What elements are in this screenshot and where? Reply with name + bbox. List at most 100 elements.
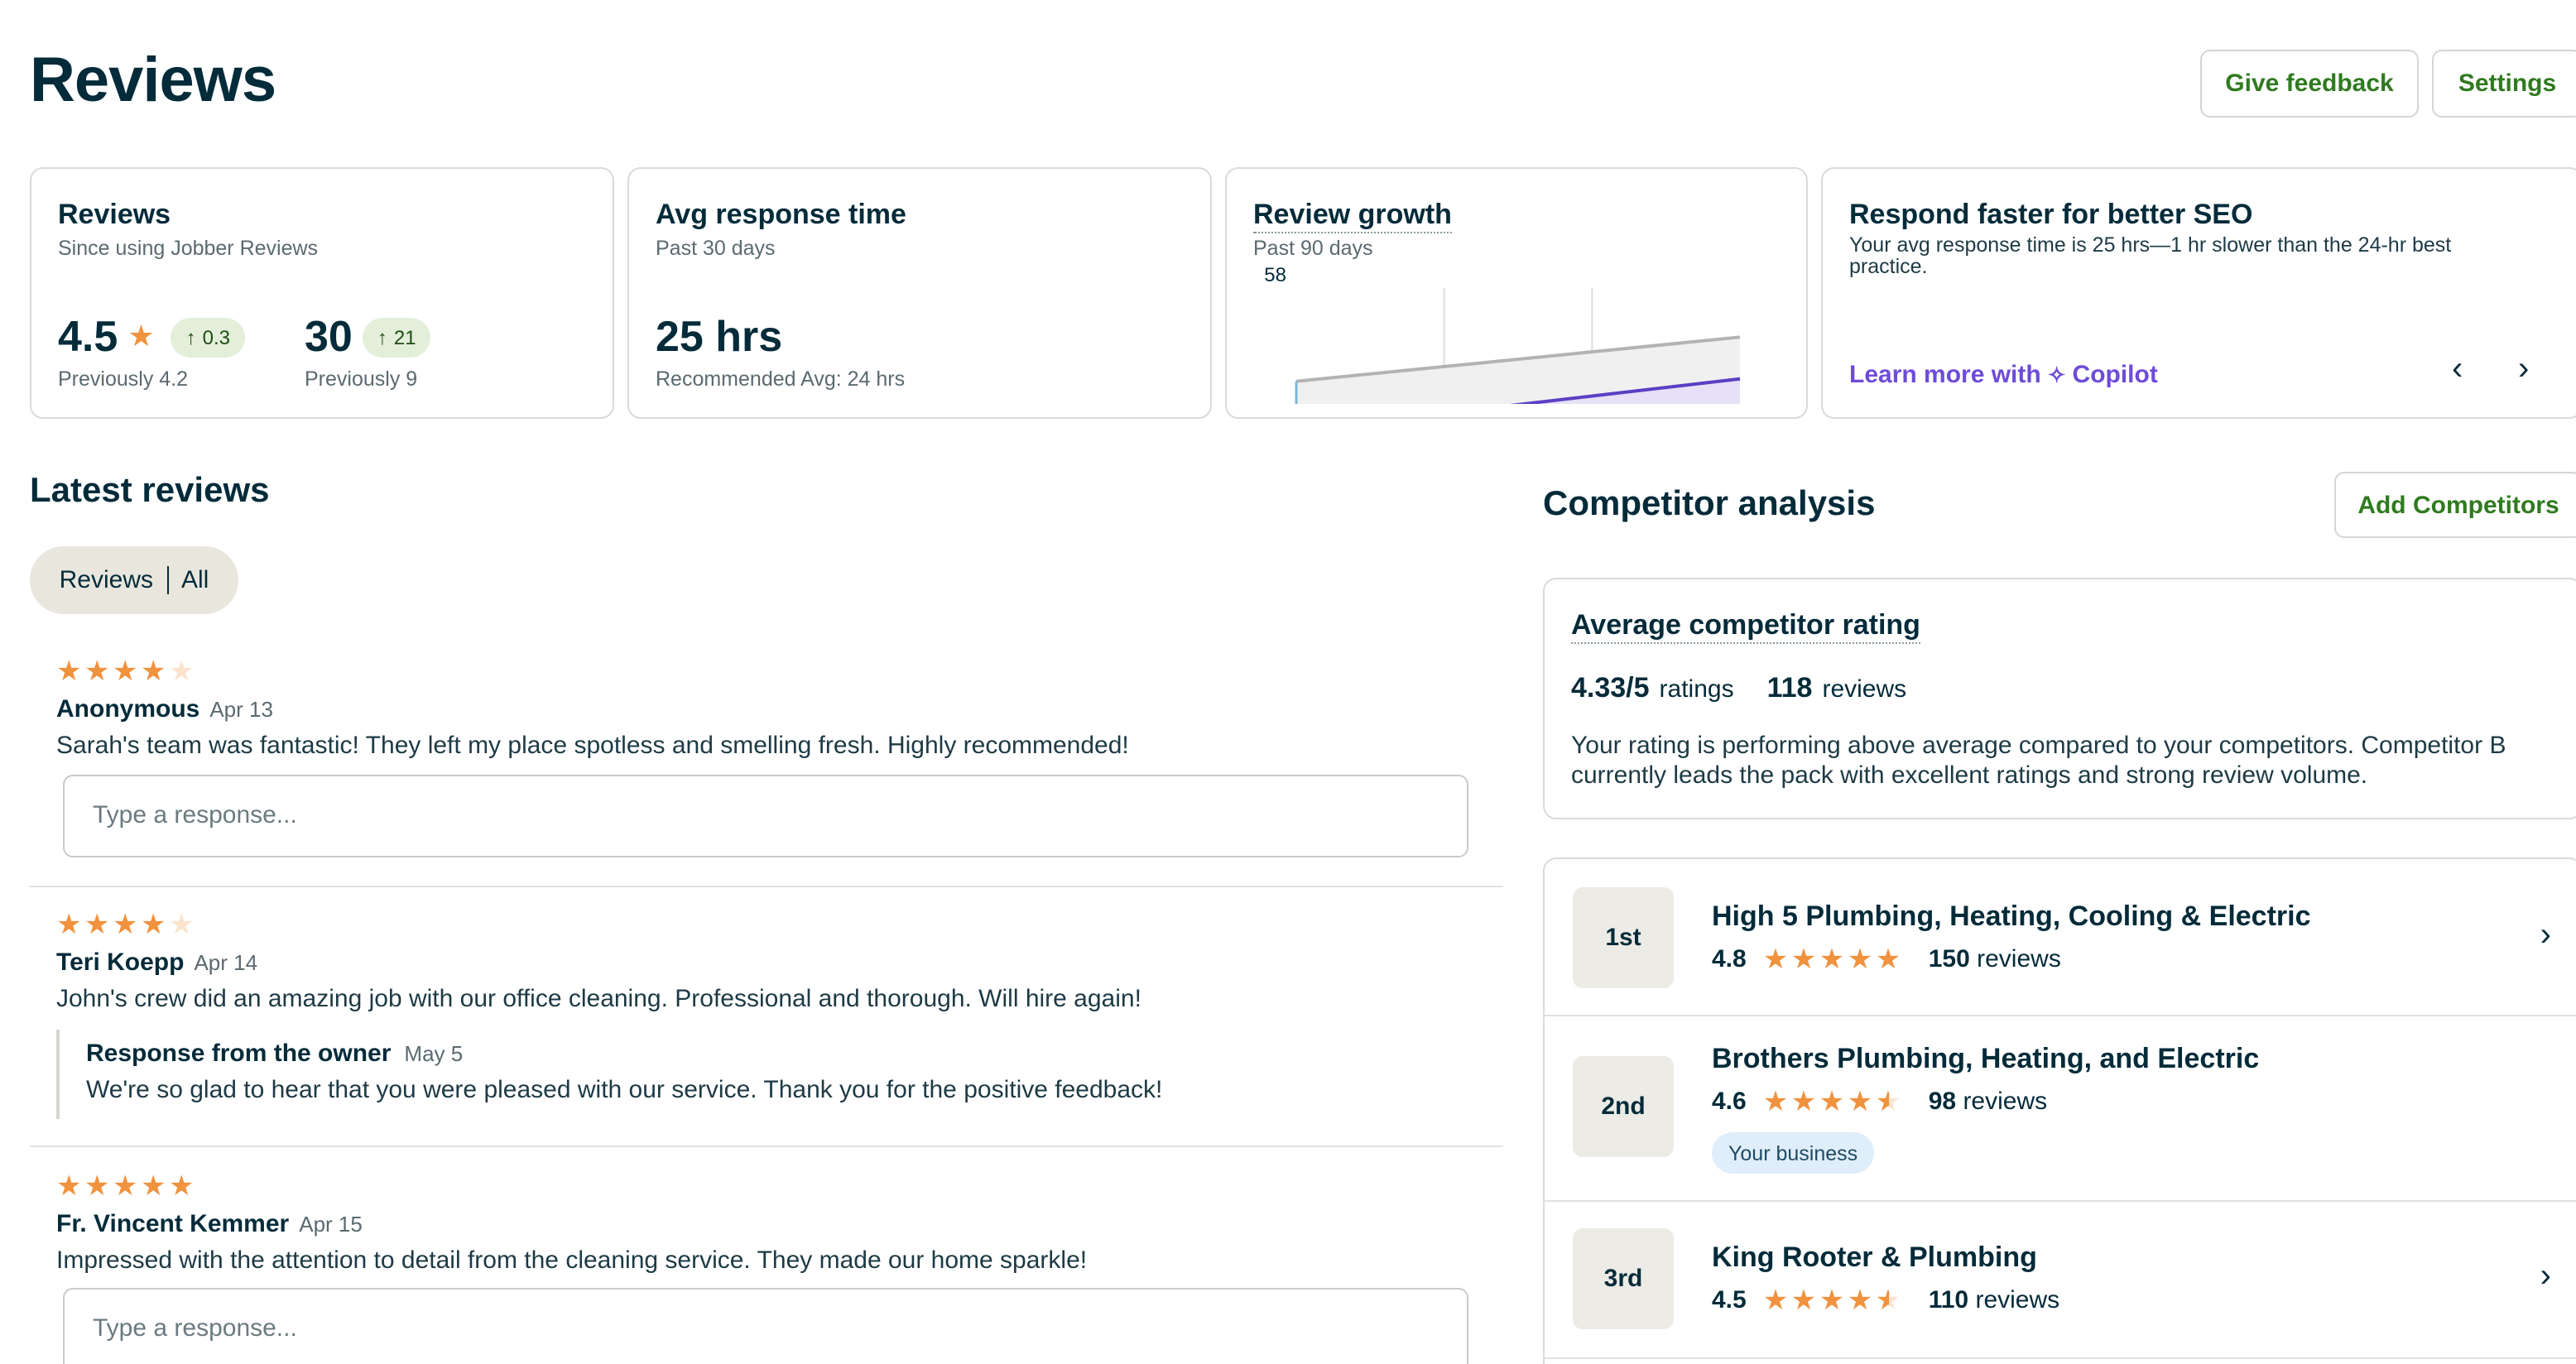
count-previous: Previously 9 (305, 367, 418, 391)
count-delta-badge: ↑ 21 (362, 317, 431, 357)
star-icon: ★ (84, 909, 110, 940)
reviews-page: Reviews Give feedback Settings Reviews S… (0, 0, 2576, 1364)
competitor-review-count: 150 (1928, 945, 1970, 973)
competitor-stars: ★ ★ ★ ★ ★ (1763, 943, 1902, 974)
y-tick-label: 58 (1264, 264, 1286, 286)
competitor-review-label: reviews (1975, 1286, 2060, 1314)
competitor-row[interactable]: 1st High 5 Plumbing, Heating, Cooling & … (1545, 859, 2576, 1015)
star-icon: ★ (113, 1170, 138, 1202)
star-icon: ★ (1875, 943, 1901, 974)
competitor-rating-row: 4.6 ★★★★★★ 98 reviews (1712, 1085, 2047, 1117)
card-subtitle: Past 30 days (656, 237, 776, 260)
reviews-stat-card: Reviews Since using Jobber Reviews 4.5 ★… (30, 167, 614, 419)
chevron-left-icon[interactable]: ‹ (2452, 351, 2463, 389)
star-icon: ★ (84, 656, 110, 687)
competitor-name: High 5 Plumbing, Heating, Cooling & Elec… (1712, 901, 2311, 932)
avg-reviews-value: 118 (1766, 672, 1813, 704)
response-input[interactable]: Type a response... (63, 775, 1468, 857)
owner-response: Response from the owner May 5 We're so gl… (56, 1030, 1480, 1119)
review-growth-chart: 580Feb 12Mar 14Apr 13May 13 (1264, 264, 1741, 404)
response-time-card: Avg response time Past 30 days 25 hrs Re… (627, 167, 1212, 419)
star-icon: ★ (1762, 1284, 1789, 1315)
review-author: Fr. Vincent Kemmer (56, 1210, 290, 1238)
star-icon: ★ (1762, 1085, 1789, 1117)
average-competitor-card: Average competitor rating 4.33/5 ratings… (1543, 578, 2576, 819)
owner-response-header: Response from the owner May 5 (86, 1040, 1480, 1068)
competitor-rating: 4.6 (1712, 1088, 1747, 1116)
competitor-row[interactable]: 3rd King Rooter & Plumbing 4.5 ★★★★★★ 11… (1545, 1202, 2576, 1357)
copilot-link[interactable]: Learn more with ✧ Copilot (1849, 361, 2158, 389)
star-icon: ★★ (1875, 1085, 1901, 1117)
rating-previous: Previously 4.2 (58, 367, 189, 391)
add-competitors-button[interactable]: Add Competitors (2334, 472, 2576, 538)
card-title: Respond faster for better SEO (1849, 199, 2253, 230)
competitor-name: King Rooter & Plumbing (1712, 1242, 2037, 1273)
competitor-row: 2nd Brothers Plumbing, Heating, and Elec… (1545, 1016, 2576, 1200)
star-icon: ★ (169, 1170, 195, 1202)
recommended-avg: Recommended Avg: 24 hrs (656, 367, 906, 391)
competitor-stars: ★★★★★★ (1762, 1284, 1902, 1315)
rating-delta: 0.3 (202, 325, 230, 348)
review-filter-pill[interactable]: Reviews All (30, 546, 238, 614)
seo-tip-card: Respond faster for better SEO Your avg r… (1821, 167, 2576, 419)
star-icon: ★ (141, 656, 166, 687)
star-icon: ★ (84, 1170, 110, 1202)
star-icon: ★ (127, 319, 155, 353)
page-title: Reviews (30, 46, 276, 116)
competitor-rating: 4.5 (1712, 1286, 1747, 1314)
competitor-rating: 4.8 (1712, 945, 1747, 973)
owner-response-date: May 5 (404, 1041, 464, 1066)
review-text: Sarah's team was fantastic! They left my… (56, 732, 1129, 760)
chevron-right-icon[interactable]: › (2540, 1258, 2551, 1296)
review-date: Apr 15 (299, 1212, 363, 1237)
rank-badge: 1st (1573, 887, 1674, 988)
review-growth-card: Review growth Past 90 days 580Feb 12Mar … (1225, 167, 1808, 419)
review-divider (30, 1145, 1503, 1147)
star-icon: ★ (1847, 1284, 1873, 1315)
avg-competitor-stats: 4.33/5 ratings 118 reviews (1571, 672, 1906, 705)
filter-label: Reviews (59, 566, 153, 594)
copilot-label: Copilot (2072, 361, 2158, 389)
review-text: Impressed with the attention to detail f… (56, 1246, 1088, 1275)
star-icon: ★ (1819, 1085, 1845, 1117)
competitor-list: 1st High 5 Plumbing, Heating, Cooling & … (1543, 857, 2576, 1364)
review-author: Teri Koepp (56, 949, 185, 977)
competitor-review-label: reviews (1977, 945, 2061, 973)
star-icon: ★ (1790, 1284, 1817, 1315)
review-author-line: Anonymous Apr 13 (56, 695, 273, 725)
review-date: Apr 13 (209, 697, 273, 722)
chevron-right-icon[interactable]: › (2518, 351, 2529, 389)
arrow-up-icon: ↑ (185, 325, 196, 348)
count-value: 30 (305, 311, 353, 361)
settings-button[interactable]: Settings (2432, 50, 2576, 118)
your-business-badge: Your business (1712, 1132, 1875, 1174)
card-title: Review growth (1253, 199, 1452, 233)
seo-tip-body: Your avg response time is 25 hrs—1 hr sl… (1849, 233, 2452, 278)
review-author: Anonymous (56, 695, 200, 723)
competitor-review-count: 110 (1928, 1286, 1969, 1314)
star-icon: ★ (141, 909, 166, 940)
chevron-right-icon[interactable]: › (2540, 917, 2551, 955)
review-author-line: Teri Koepp Apr 14 (56, 949, 257, 978)
star-icon: ★ (169, 909, 195, 940)
review-date: Apr 14 (194, 950, 258, 975)
response-time-value: 25 hrs (656, 311, 783, 361)
star-icon: ★ (1847, 943, 1873, 974)
star-icon: ★★ (1875, 1284, 1901, 1315)
competitor-rating-row: 4.5 ★★★★★★ 110 reviews (1712, 1284, 2060, 1315)
rating-delta-badge: ↑ 0.3 (171, 317, 245, 357)
star-icon: ★ (1819, 943, 1845, 974)
avg-rating-label: ratings (1659, 675, 1734, 704)
copilot-link-label: Learn more with (1849, 361, 2041, 389)
star-icon: ★ (169, 656, 195, 687)
review-text: John's crew did an amazing job with our … (56, 985, 1141, 1013)
avg-competitor-title: Average competitor rating (1571, 609, 1920, 644)
response-input[interactable]: Type a response... (63, 1288, 1468, 1364)
avg-reviews-label: reviews (1822, 675, 1907, 704)
filter-divider (166, 566, 168, 594)
review-stars: ★ ★ ★ ★ ★ (56, 656, 195, 687)
filter-value: All (181, 566, 209, 594)
card-title: Reviews (58, 199, 171, 230)
give-feedback-button[interactable]: Give feedback (2200, 50, 2419, 118)
row-divider (1545, 1357, 2576, 1359)
